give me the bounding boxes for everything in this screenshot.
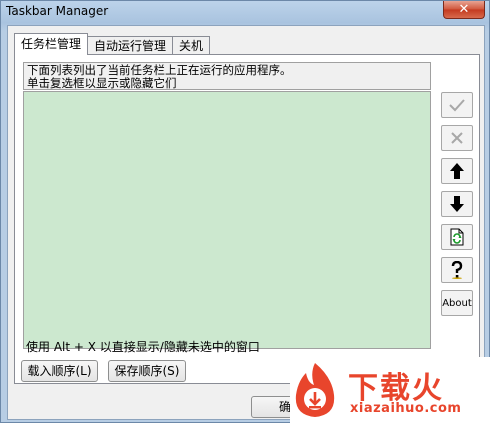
- save-order-button[interactable]: 保存顺序(S): [108, 360, 186, 382]
- watermark-url: xiazaihuo.com: [350, 401, 462, 416]
- refresh-button[interactable]: [441, 224, 473, 250]
- tab-shutdown[interactable]: 关机: [172, 36, 211, 55]
- load-order-button[interactable]: 载入顺序(L): [21, 360, 98, 382]
- close-button[interactable]: ✕: [443, 1, 485, 19]
- move-up-button[interactable]: [441, 158, 473, 184]
- refresh-icon: [450, 228, 464, 246]
- arrow-down-icon: [450, 196, 464, 212]
- flame-logo-icon: [295, 363, 335, 417]
- shortcut-hint: 使用 Alt + X 以直接显示/隐藏未选中的窗口: [26, 340, 260, 354]
- title-bar[interactable]: Taskbar Manager ✕: [1, 1, 490, 23]
- cross-icon: [451, 132, 463, 144]
- about-button[interactable]: About: [441, 290, 473, 316]
- app-window: Taskbar Manager ✕ 任务栏管理 自动运行管理 关机 下面列表列出…: [0, 0, 490, 423]
- tab-taskbar-manage[interactable]: 任务栏管理: [14, 33, 89, 55]
- description-line-2: 单击复选框以显示或隐藏它们: [27, 76, 177, 90]
- check-icon: [449, 99, 465, 112]
- show-button[interactable]: [441, 92, 473, 118]
- tab-panel: 下面列表列出了当前任务栏上正在运行的应用程序。 单击复选框以显示或隐藏它们 Ab…: [14, 54, 480, 384]
- window-title: Taskbar Manager: [6, 4, 109, 18]
- move-down-button[interactable]: [441, 191, 473, 217]
- help-icon: [451, 261, 463, 279]
- arrow-up-icon: [450, 163, 464, 179]
- hide-button[interactable]: [441, 125, 473, 151]
- watermark: 下载火 xiazaihuo.com: [290, 357, 490, 423]
- tab-autorun-manage[interactable]: 自动运行管理: [87, 36, 174, 55]
- help-button[interactable]: [441, 257, 473, 283]
- running-apps-list[interactable]: [23, 91, 431, 349]
- tab-strip: 任务栏管理 自动运行管理 关机: [14, 33, 211, 55]
- description-box: 下面列表列出了当前任务栏上正在运行的应用程序。 单击复选框以显示或隐藏它们: [23, 62, 431, 90]
- close-icon: ✕: [458, 2, 470, 17]
